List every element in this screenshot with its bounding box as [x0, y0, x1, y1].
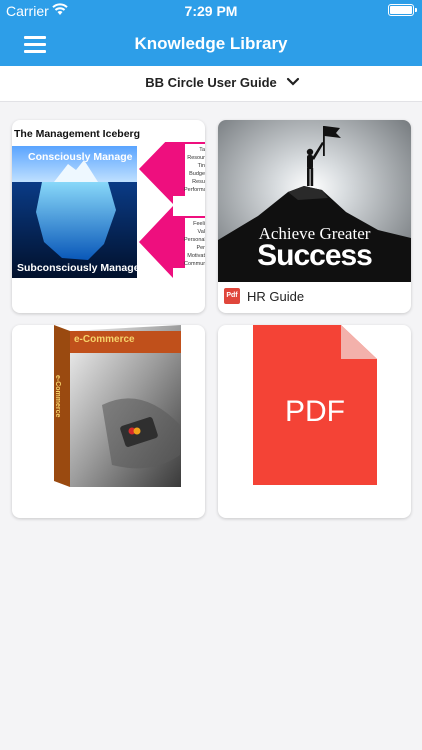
ecommerce-box-image	[54, 325, 181, 487]
iceberg-bottom-text: Subconsciously Manage	[17, 262, 140, 274]
arrow-item: Ta	[199, 147, 205, 153]
item-title: HR Guide	[247, 288, 305, 304]
arrow-item: Tin	[197, 163, 205, 169]
clock: 7:29 PM	[184, 3, 238, 19]
iceberg-thumbnail: The Management Iceberg Consciously Manag…	[12, 120, 205, 282]
iceberg-top-text: Consciously Manage	[28, 151, 133, 163]
chevron-down-icon	[286, 77, 300, 86]
library-item-card[interactable]: PDF	[218, 325, 411, 518]
box-label: e-Commerce	[74, 334, 135, 345]
status-bar: Carrier 7:29 PM	[0, 0, 422, 20]
arrow-item: Per	[196, 245, 205, 251]
arrow-item: Communicat	[184, 261, 205, 267]
page-title: Knowledge Library	[134, 34, 288, 53]
iceberg-image	[12, 146, 137, 278]
library-item-card[interactable]: The Management Iceberg Consciously Manag…	[12, 120, 205, 313]
pdf-icon: Pdf	[224, 288, 240, 304]
battery-icon	[388, 4, 417, 16]
arrow-item: Personali	[184, 237, 205, 243]
category-label: BB Circle User Guide	[145, 75, 277, 90]
arrow-top-list: Ta Resour Tin Budge Resu Performan	[184, 146, 205, 194]
arrow-item: Performan	[184, 187, 205, 193]
arrow-item: Resu	[192, 179, 205, 185]
pdf-document-icon: PDF	[253, 325, 377, 485]
category-selector[interactable]: BB Circle User Guide	[0, 66, 422, 102]
arrow-item: Budge	[189, 171, 205, 177]
thumbnail-main-line: Success	[257, 239, 373, 272]
arrow-item: Val	[197, 229, 205, 235]
arrow-bottom-list: Feeli Val Personali Per Motivat Communic…	[184, 220, 205, 268]
item-caption: Pdf HR Guide	[224, 288, 304, 304]
arrow-item: Resour	[187, 155, 205, 161]
ecommerce-thumbnail: e-Commerce e-Commerce	[12, 325, 205, 487]
library-item-card[interactable]: Achieve Greater Success Pdf HR Guide	[218, 120, 411, 313]
nav-bar: Knowledge Library	[0, 20, 422, 66]
success-thumbnail: Achieve Greater Success	[218, 120, 411, 282]
thumbnail-heading: The Management Iceberg	[14, 128, 141, 140]
arrow-item: Feeli	[193, 221, 205, 227]
pdf-label: PDF	[285, 395, 345, 428]
box-spine-label: e-Commerce	[54, 375, 61, 418]
arrow-item: Motivat	[187, 253, 205, 259]
library-item-card[interactable]: e-Commerce e-Commerce	[12, 325, 205, 518]
